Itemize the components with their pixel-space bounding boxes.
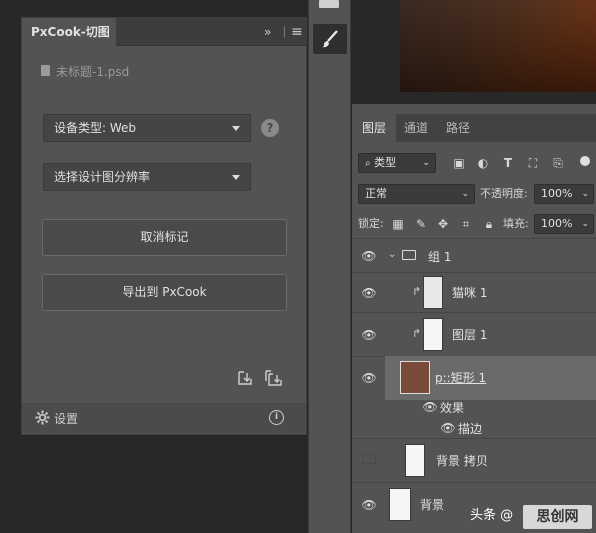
canvas-shade bbox=[400, 0, 596, 92]
eye-icon[interactable]: 👁︎ bbox=[440, 422, 456, 434]
layer-row-hidden[interactable]: 背景 拷贝 bbox=[352, 438, 596, 482]
filter-toggle-icon[interactable] bbox=[580, 156, 590, 166]
file-icon bbox=[41, 65, 50, 76]
resolution-select[interactable]: 选择设计图分辨率 bbox=[43, 163, 251, 191]
layer-row[interactable]: 👁︎ ↱ 图层 1 bbox=[352, 312, 596, 356]
cancel-mark-button[interactable]: 取消标记 bbox=[42, 219, 287, 256]
lock-position-icon[interactable]: ✥ bbox=[436, 215, 450, 233]
layer-name: 组 1 bbox=[428, 250, 452, 264]
pxcook-panel: PxCook-切图 » ≡ 未标题-1.psd 设备类型: Web ? 选择设计… bbox=[21, 17, 307, 435]
layers-tabbar: 图层 通道 路径 bbox=[352, 114, 596, 142]
layer-name: 猫咪 1 bbox=[452, 286, 488, 300]
layer-name: 背景 拷贝 bbox=[436, 454, 488, 468]
tab-paths[interactable]: 路径 bbox=[438, 114, 478, 142]
chevron-down-icon: ⌄ bbox=[422, 158, 430, 168]
chevron-down-icon: ⌄ bbox=[581, 189, 589, 199]
brush-icon bbox=[322, 30, 338, 48]
device-type-select[interactable]: 设备类型: Web bbox=[43, 114, 251, 142]
shape-thumbnail bbox=[400, 361, 430, 394]
menu-icon[interactable]: ≡ bbox=[291, 18, 303, 46]
layer-name: 图层 1 bbox=[452, 328, 488, 342]
eye-icon[interactable]: 👁︎ bbox=[361, 287, 377, 299]
pixel-filter-icon[interactable]: ▣ bbox=[452, 154, 466, 172]
chevron-down-icon: ⌄ bbox=[581, 219, 589, 229]
layer-thumbnail bbox=[423, 276, 443, 309]
opacity-label: 不透明度: bbox=[480, 187, 528, 200]
blend-mode-select[interactable]: 正常 ⌄ bbox=[358, 184, 475, 204]
right-dock: 图层 通道 路径 ⌕ 类型 ⌄ ▣ ◐ T ⛶ ⎘ 正常 ⌄ 不透明度: 100… bbox=[352, 0, 596, 533]
watermark-logo: 思创网 bbox=[523, 505, 592, 529]
brush-tool-button[interactable] bbox=[313, 24, 347, 54]
import-icon[interactable] bbox=[237, 370, 253, 386]
tools-strip bbox=[308, 0, 351, 533]
pxcook-footer: 设置 i bbox=[22, 403, 306, 433]
eye-icon[interactable]: 👁︎ bbox=[422, 401, 438, 413]
layer-thumbnail bbox=[389, 488, 411, 521]
lock-transparent-icon[interactable]: ▦ bbox=[391, 215, 405, 233]
settings-link[interactable]: 设置 bbox=[54, 410, 78, 427]
clipping-arrow-icon: ↱ bbox=[412, 285, 422, 298]
search-icon: ⌕ bbox=[365, 158, 371, 169]
fill-label: 填充: bbox=[503, 217, 529, 230]
clipping-arrow-icon: ↱ bbox=[412, 327, 422, 340]
lock-label: 锁定: bbox=[358, 217, 384, 230]
pxcook-tab[interactable]: PxCook-切图 bbox=[22, 18, 116, 46]
pxcook-panel-header: PxCook-切图 » ≡ bbox=[22, 18, 306, 46]
tab-layers[interactable]: 图层 bbox=[352, 114, 396, 142]
adjustment-filter-icon[interactable]: ◐ bbox=[476, 154, 490, 172]
gear-icon[interactable] bbox=[35, 410, 50, 425]
visibility-off-slot[interactable] bbox=[362, 454, 376, 464]
folder-icon bbox=[402, 250, 416, 260]
header-divider bbox=[284, 26, 285, 38]
help-icon[interactable]: ? bbox=[261, 119, 279, 137]
blend-mode-value: 正常 bbox=[365, 187, 387, 200]
eye-icon[interactable]: 👁︎ bbox=[361, 499, 377, 511]
tab-channels[interactable]: 通道 bbox=[396, 114, 436, 142]
smart-object-filter-icon[interactable]: ⎘ bbox=[551, 154, 565, 172]
document-name: 未标题-1.psd bbox=[56, 65, 130, 79]
eye-icon[interactable]: 👁︎ bbox=[361, 329, 377, 341]
resolution-value: 选择设计图分辨率 bbox=[54, 170, 151, 184]
chevron-down-icon bbox=[232, 126, 240, 131]
fill-field[interactable]: 100% ⌄ bbox=[534, 214, 594, 234]
info-icon[interactable]: i bbox=[269, 410, 284, 425]
multi-import-icon[interactable] bbox=[265, 370, 283, 386]
chevron-down-icon: ⌄ bbox=[461, 189, 469, 199]
export-to-pxcook-button[interactable]: 导出到 PxCook bbox=[42, 274, 287, 311]
layer-filter-value: 类型 bbox=[374, 156, 397, 169]
layer-name: p::矩形 1 bbox=[435, 371, 487, 385]
layer-row-selected[interactable]: p::矩形 1 bbox=[385, 356, 596, 400]
eyedropper-tool-icon[interactable] bbox=[319, 0, 339, 8]
effects-label: 效果 bbox=[440, 401, 465, 415]
stroke-effect-label: 描边 bbox=[458, 422, 483, 436]
lock-artboard-icon[interactable]: ⌗ bbox=[459, 215, 473, 233]
eye-icon[interactable]: 👁︎ bbox=[361, 250, 377, 262]
chevron-down-icon bbox=[232, 175, 240, 180]
expand-icon[interactable]: » bbox=[264, 18, 271, 46]
opacity-field[interactable]: 100% ⌄ bbox=[534, 184, 594, 204]
eye-icon[interactable]: 👁︎ bbox=[361, 372, 377, 384]
shape-filter-icon[interactable]: ⛶ bbox=[526, 154, 540, 172]
layer-row-group[interactable]: 👁︎ ⌄ 组 1 bbox=[352, 238, 596, 272]
type-filter-icon[interactable]: T bbox=[501, 154, 515, 172]
layer-filter-select[interactable]: ⌕ 类型 ⌄ bbox=[358, 153, 436, 173]
lock-pixels-icon[interactable]: ✎ bbox=[414, 215, 428, 233]
fill-value: 100% bbox=[541, 217, 573, 230]
layer-name: 背景 bbox=[420, 498, 445, 512]
chevron-down-icon[interactable]: ⌄ bbox=[388, 249, 396, 260]
opacity-value: 100% bbox=[541, 187, 573, 200]
layer-row[interactable]: 👁︎ ↱ 猫咪 1 bbox=[352, 272, 596, 312]
layer-thumbnail bbox=[405, 444, 425, 477]
lock-all-icon[interactable]: 🔒︎ bbox=[482, 215, 496, 233]
layer-thumbnail bbox=[423, 318, 443, 351]
canvas-area bbox=[352, 0, 596, 104]
device-type-value: 设备类型: Web bbox=[54, 121, 137, 135]
